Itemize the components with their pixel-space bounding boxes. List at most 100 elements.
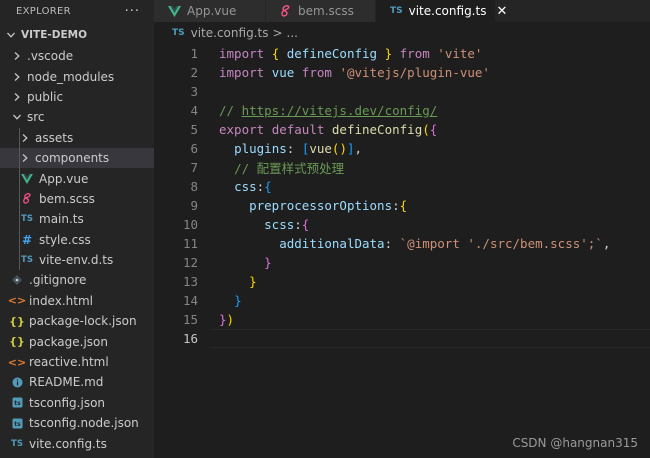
tree-item-label: components	[35, 151, 110, 166]
info-file-icon	[10, 377, 24, 388]
code-line: 11 additionalData: `@import './src/bem.s…	[154, 234, 650, 253]
code-line: 10 scss:{	[154, 215, 650, 234]
tree-item[interactable]: {} package.json	[0, 331, 154, 351]
ts-file-icon: TS	[390, 6, 403, 16]
code-editor[interactable]: 1 import { defineConfig } from 'vite' 2 …	[154, 44, 650, 458]
tree-item-label: .gitignore	[29, 273, 87, 288]
indent-guide	[19, 209, 20, 230]
more-actions-icon[interactable]: ···	[125, 4, 140, 19]
indent-guide	[19, 147, 20, 169]
tree-item-label: vite-env.d.ts	[39, 253, 114, 268]
breadcrumb: TS vite.config.ts > ...	[154, 22, 650, 44]
close-tab-icon[interactable]: ✕	[496, 4, 507, 19]
tree-item[interactable]: node_modules	[0, 66, 154, 86]
tree-item-label: src	[27, 110, 45, 125]
html-file-icon: <>	[7, 355, 27, 369]
tree-item[interactable]: TS main.ts	[0, 209, 154, 230]
explorer-sidebar: EXPLORER ··· VITE-DEMO .vscode node_modul…	[0, 0, 154, 458]
tree-item-label: reactive.html	[29, 355, 109, 370]
html-file-icon: <>	[7, 294, 27, 308]
tree-item[interactable]: # style.css	[0, 229, 154, 250]
tree-item[interactable]: README.md	[0, 372, 154, 392]
line-number: 14	[182, 293, 198, 308]
tree-item-label: package.json	[29, 334, 109, 349]
tree-item[interactable]: src	[0, 107, 154, 127]
line-number: 7	[190, 160, 198, 175]
tree-item[interactable]: ts tsconfig.json	[0, 393, 154, 413]
indent-guide	[19, 229, 20, 250]
tree-item-label: .vscode	[27, 49, 74, 64]
tsconfig-file-icon: ts	[10, 397, 24, 408]
tree-item[interactable]: bem.scss	[0, 188, 154, 210]
tree-item[interactable]: .vscode	[0, 46, 154, 66]
tab-bem-scss[interactable]: bem.scss	[266, 0, 376, 22]
breadcrumb-file[interactable]: vite.config.ts	[191, 26, 269, 40]
code-text: }	[234, 293, 242, 308]
tree-item[interactable]: assets	[0, 127, 154, 148]
line-number: 16	[182, 331, 198, 346]
tree-item-label: style.css	[39, 232, 91, 247]
breadcrumb-symbol[interactable]: ...	[287, 26, 298, 40]
tab-app-vue[interactable]: App.vue	[154, 0, 266, 22]
line-number: 10	[182, 217, 198, 232]
indent-guide	[19, 127, 20, 148]
code-text: }	[249, 274, 257, 289]
ts-file-icon: TS	[11, 438, 23, 449]
breadcrumb-separator: >	[272, 26, 283, 40]
code-line-current: 16	[154, 329, 650, 348]
tree-item[interactable]: {} package-lock.json	[0, 311, 154, 331]
ts-file-icon: TS	[172, 28, 185, 38]
tree-item[interactable]: <> index.html	[0, 291, 154, 311]
line-number: 4	[190, 103, 198, 118]
svg-text:ts: ts	[14, 421, 21, 428]
code-line: 15 })	[154, 310, 650, 329]
chevron-right-icon	[10, 72, 24, 82]
line-number: 1	[190, 46, 198, 61]
tree-item-label: package-lock.json	[29, 314, 137, 329]
tree-item[interactable]: TS vite-env.d.ts	[0, 249, 154, 271]
code-line: 2 import vue from '@vitejs/plugin-vue'	[154, 63, 650, 82]
project-name: VITE-DEMO	[21, 29, 87, 41]
tree-item-label: README.md	[29, 375, 104, 390]
indent-guide	[19, 249, 20, 271]
tree-item-label: node_modules	[27, 69, 115, 84]
chevron-right-icon	[18, 153, 32, 163]
code-line: 6 plugins: [vue()],	[154, 139, 650, 158]
ts-file-icon: TS	[21, 255, 33, 266]
tab-label: vite.config.ts	[408, 4, 487, 18]
tree-item[interactable]: ts tsconfig.node.json	[0, 413, 154, 433]
tree-item[interactable]: components	[0, 147, 154, 169]
line-number: 13	[182, 274, 198, 289]
code-text: import { defineConfig } from 'vite'	[219, 46, 483, 61]
tree-item[interactable]: public	[0, 87, 154, 107]
tree-item[interactable]: .gitignore	[0, 270, 154, 290]
project-root[interactable]: VITE-DEMO	[0, 24, 154, 46]
code-text: preprocessorOptions:{	[249, 198, 408, 213]
tree-item-label: tsconfig.json	[29, 395, 106, 410]
code-line: 12 }	[154, 253, 650, 272]
code-line: 13 }	[154, 272, 650, 291]
json-file-icon: {}	[9, 314, 25, 328]
chevron-down-icon	[4, 30, 18, 40]
line-number: 2	[190, 65, 198, 80]
code-line: 9 preprocessorOptions:{	[154, 196, 650, 215]
ts-file-icon: TS	[21, 214, 33, 225]
tree-item-label: tsconfig.node.json	[29, 416, 139, 431]
tab-vite-config-ts[interactable]: TS vite.config.ts ✕	[376, 0, 507, 22]
tree-item[interactable]: <> reactive.html	[0, 352, 154, 372]
code-line: 7 // 配置样式预处理	[154, 158, 650, 177]
code-line: 5 export default defineConfig({	[154, 120, 650, 139]
line-number: 6	[190, 141, 198, 156]
scss-file-icon	[20, 193, 34, 205]
tree-item-label: assets	[35, 130, 74, 145]
tree-item-label: index.html	[29, 293, 93, 308]
tree-item[interactable]: TS vite.config.ts	[0, 433, 154, 453]
tree-item-label: vite.config.ts	[29, 436, 107, 451]
git-file-icon	[10, 275, 24, 286]
scss-file-icon	[280, 5, 292, 17]
code-text: // https://vitejs.dev/config/	[219, 103, 438, 118]
chevron-right-icon	[10, 92, 24, 102]
tree-item[interactable]: App.vue	[0, 168, 154, 189]
css-file-icon: #	[21, 232, 33, 247]
line-number: 11	[182, 236, 198, 251]
